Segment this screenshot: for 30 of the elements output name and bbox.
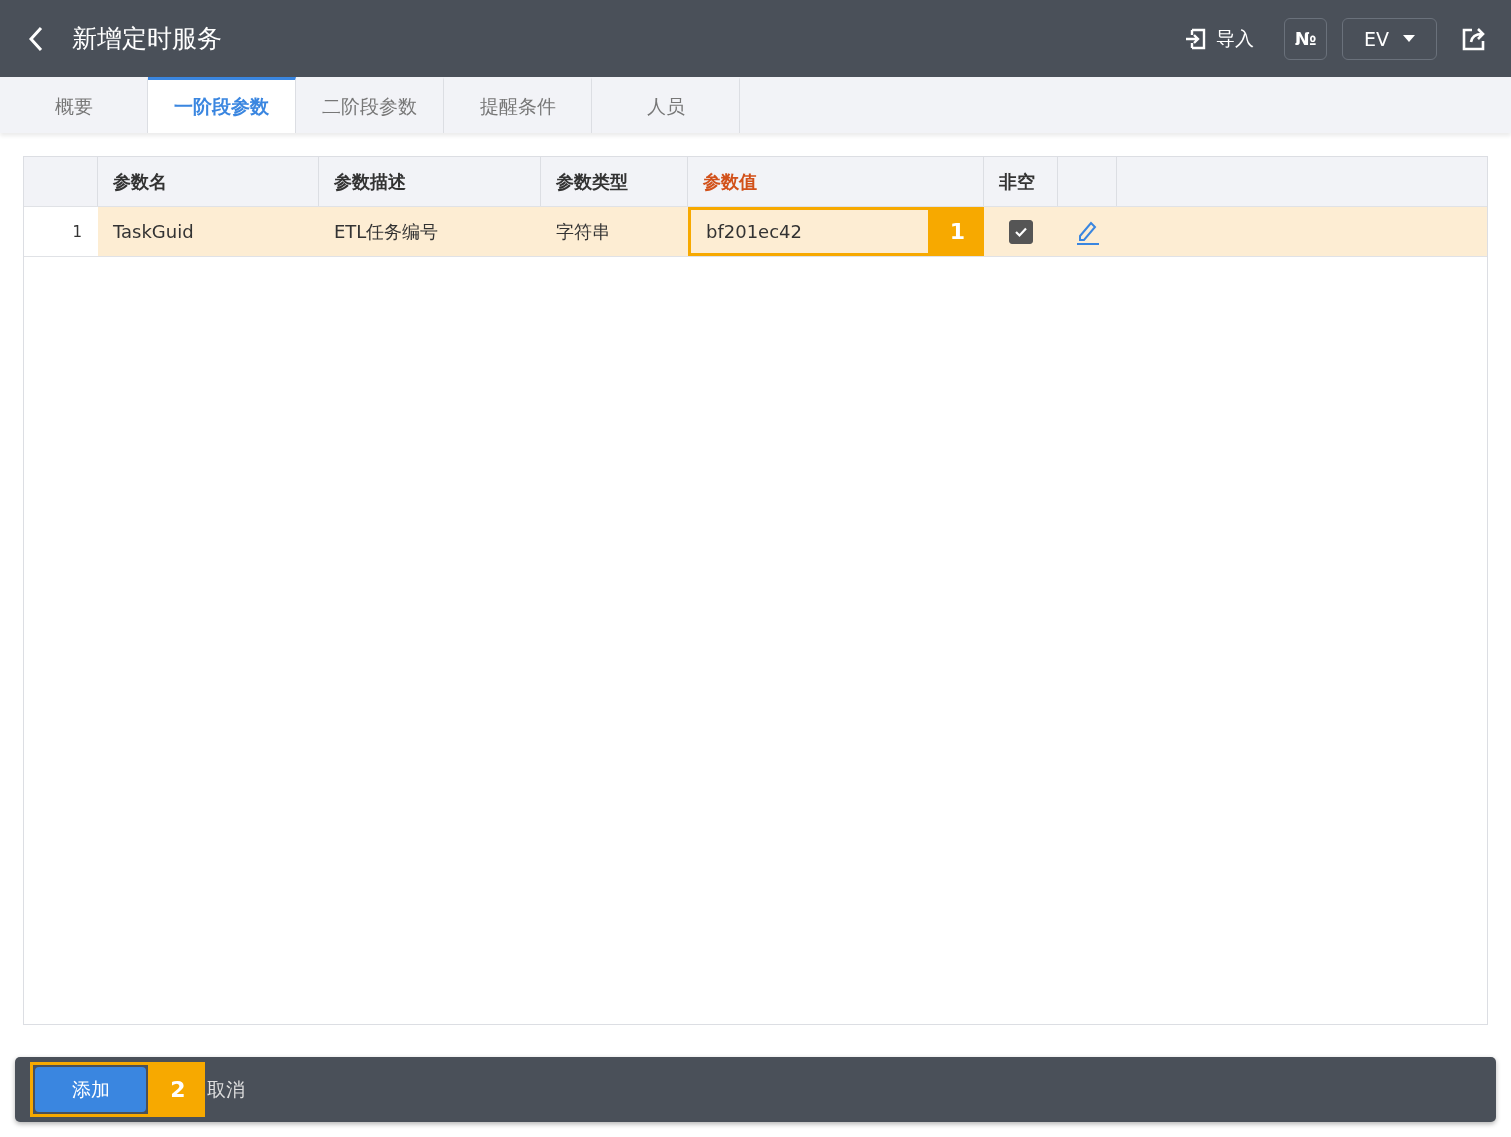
table-cell: TaskGuid [113,221,194,242]
back-icon[interactable] [28,24,44,53]
page-title: 新增定时服务 [72,23,222,55]
checkbox[interactable] [1009,219,1033,244]
callout-badge: 1 [931,207,984,256]
column-header: 参数值 [688,157,984,206]
column-header: 参数描述 [319,157,541,206]
table-cell: ETL任务编号 [334,219,439,244]
callout-badge: 2 [151,1062,205,1117]
number-button[interactable]: № [1284,17,1327,60]
tab[interactable]: 概要 [0,77,148,133]
add-button[interactable]: 添加 [35,1067,146,1112]
tab[interactable]: 二阶段参数 [296,77,444,133]
tab[interactable]: 一阶段参数 [148,77,296,133]
dropdown[interactable]: EV [1342,17,1437,60]
table-cell: 字符串 [556,219,610,244]
column-header: 非空 [984,157,1058,206]
caret-icon [1403,34,1415,43]
import-icon [1184,26,1208,51]
cancel-button[interactable]: 取消 [205,1076,245,1103]
row-number: 1 [72,222,82,241]
import-button[interactable]: 导入 [1184,25,1254,52]
column-header: 参数类型 [541,157,688,206]
tab[interactable]: 人员 [592,77,740,133]
check-icon [1014,225,1028,238]
table-row[interactable]: 1 TaskGuid ETL任务编号 字符串 bf201ec42 1 [24,207,1487,257]
column-header: 参数名 [98,157,319,206]
share-icon[interactable] [1461,25,1487,52]
value-field[interactable]: bf201ec42 [688,207,931,256]
tab[interactable]: 提醒条件 [444,77,592,133]
